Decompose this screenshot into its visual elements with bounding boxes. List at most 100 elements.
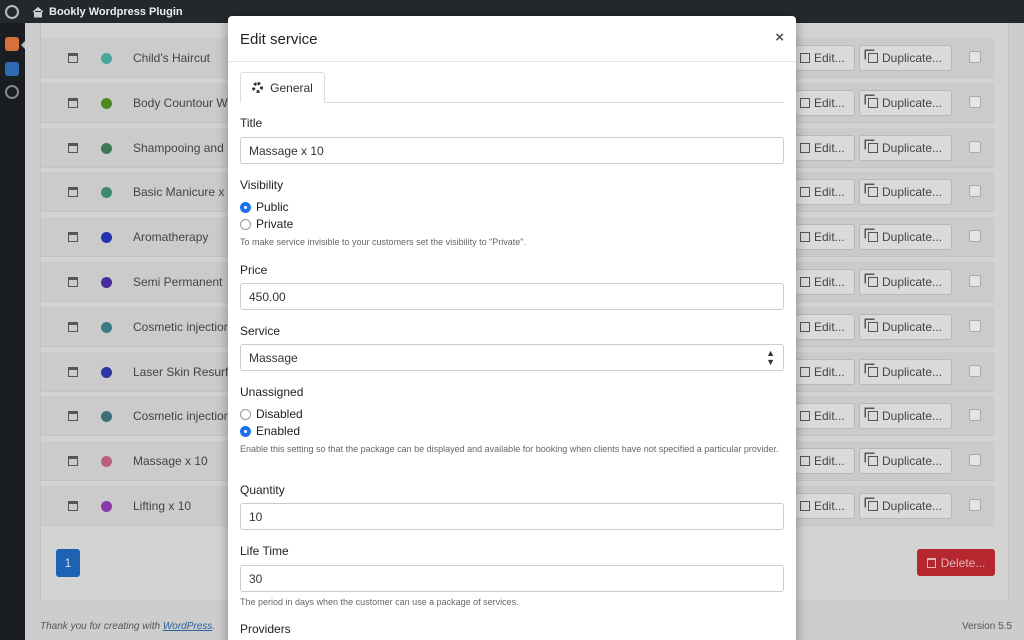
edit-button[interactable]: Edit...	[795, 314, 855, 340]
edit-icon	[800, 411, 810, 421]
row-checkbox[interactable]	[969, 51, 981, 63]
gear-icon	[252, 82, 264, 93]
edit-icon	[800, 501, 810, 511]
duplicate-icon	[868, 232, 878, 242]
delete-button-label: Delete...	[940, 555, 986, 570]
service-color-dot	[101, 367, 112, 378]
title-input[interactable]	[240, 137, 784, 164]
service-name: Massage x 10	[133, 454, 208, 468]
tab-general[interactable]: General	[240, 72, 325, 103]
modal-tabs: General	[240, 72, 784, 103]
edit-button[interactable]: Edit...	[795, 448, 855, 474]
modal-header: Edit service ×	[228, 16, 796, 62]
edit-button[interactable]: Edit...	[795, 493, 855, 519]
duplicate-icon	[868, 143, 878, 153]
edit-icon	[800, 187, 810, 197]
calendar-icon	[68, 367, 78, 377]
duplicate-icon	[868, 277, 878, 287]
duplicate-button[interactable]: Duplicate...	[859, 403, 952, 429]
service-color-dot	[101, 456, 112, 467]
media-menu-icon[interactable]	[5, 62, 19, 76]
edit-button[interactable]: Edit...	[795, 179, 855, 205]
duplicate-button[interactable]: Duplicate...	[859, 179, 952, 205]
duplicate-button[interactable]: Duplicate...	[859, 224, 952, 250]
radio-unchecked-icon	[240, 408, 251, 420]
unassigned-disabled-radio[interactable]: Disabled	[240, 407, 303, 421]
lifetime-help-text: The period in days when the customer can…	[240, 597, 519, 607]
edit-button[interactable]: Edit...	[795, 403, 855, 429]
duplicate-button[interactable]: Duplicate...	[859, 314, 952, 340]
edit-icon	[800, 143, 810, 153]
close-icon[interactable]: ×	[775, 29, 784, 46]
edit-icon	[800, 277, 810, 287]
visibility-public-radio[interactable]: Public	[240, 200, 289, 214]
calendar-icon	[68, 456, 78, 466]
edit-button[interactable]: Edit...	[795, 224, 855, 250]
service-color-dot	[101, 411, 112, 422]
row-checkbox[interactable]	[969, 141, 981, 153]
price-input[interactable]	[240, 283, 784, 310]
footer-thanks: Thank you for creating with WordPress.	[40, 621, 216, 632]
duplicate-button[interactable]: Duplicate...	[859, 493, 952, 519]
row-checkbox[interactable]	[969, 185, 981, 197]
duplicate-button[interactable]: Duplicate...	[859, 448, 952, 474]
service-name: Basic Manicure x 5	[133, 185, 235, 199]
service-label: Service	[240, 324, 281, 338]
lifetime-input[interactable]	[240, 565, 784, 592]
service-color-dot	[101, 277, 112, 288]
wordpress-link[interactable]: WordPress	[163, 621, 212, 632]
duplicate-button[interactable]: Duplicate...	[859, 269, 952, 295]
service-select-value: Massage	[249, 350, 298, 365]
edit-service-modal: Edit service × General Title Visibility …	[228, 16, 796, 640]
visibility-label: Visibility	[240, 178, 284, 192]
row-checkbox[interactable]	[969, 96, 981, 108]
visibility-private-radio[interactable]: Private	[240, 217, 293, 231]
delete-button[interactable]: Delete...	[917, 549, 995, 576]
duplicate-button[interactable]: Duplicate...	[859, 45, 952, 71]
calendar-icon	[68, 501, 78, 511]
row-checkbox[interactable]	[969, 499, 981, 511]
edit-button[interactable]: Edit...	[795, 269, 855, 295]
service-name: Aromatherapy	[133, 230, 209, 244]
duplicate-icon	[868, 411, 878, 421]
edit-button[interactable]: Edit...	[795, 359, 855, 385]
bookly-menu-icon[interactable]	[5, 37, 19, 51]
home-icon[interactable]	[32, 6, 44, 18]
unassigned-help-text: Enable this setting so that the package …	[240, 444, 779, 454]
service-name: Child's Haircut	[133, 51, 210, 65]
calendar-icon	[68, 98, 78, 108]
calendar-icon	[68, 232, 78, 242]
site-title-link[interactable]: Bookly Wordpress Plugin	[49, 6, 183, 18]
duplicate-icon	[868, 53, 878, 63]
calendar-icon	[68, 143, 78, 153]
row-checkbox[interactable]	[969, 230, 981, 242]
edit-button[interactable]: Edit...	[795, 135, 855, 161]
radio-checked-icon	[240, 201, 251, 213]
lifetime-label: Life Time	[240, 544, 289, 558]
edit-icon	[800, 232, 810, 242]
wordpress-logo-icon[interactable]	[0, 0, 23, 23]
row-checkbox[interactable]	[969, 454, 981, 466]
modal-title: Edit service	[240, 31, 318, 48]
row-checkbox[interactable]	[969, 320, 981, 332]
edit-button[interactable]: Edit...	[795, 90, 855, 116]
row-checkbox[interactable]	[969, 275, 981, 287]
row-checkbox[interactable]	[969, 365, 981, 377]
service-name: Lifting x 10	[133, 499, 192, 513]
row-checkbox[interactable]	[969, 409, 981, 421]
duplicate-button[interactable]: Duplicate...	[859, 135, 952, 161]
duplicate-button[interactable]: Duplicate...	[859, 359, 952, 385]
service-name: Laser Skin Resurfa	[133, 365, 236, 379]
edit-button[interactable]: Edit...	[795, 45, 855, 71]
quantity-input[interactable]	[240, 503, 784, 530]
service-select[interactable]: Massage ▲ ▼	[240, 344, 784, 371]
pagination-page-1[interactable]: 1	[56, 549, 80, 577]
unassigned-enabled-radio[interactable]: Enabled	[240, 424, 300, 438]
calendar-icon	[68, 322, 78, 332]
edit-icon	[800, 322, 810, 332]
quantity-label: Quantity	[240, 483, 285, 497]
edit-icon	[800, 53, 810, 63]
duplicate-button[interactable]: Duplicate...	[859, 90, 952, 116]
calendar-icon	[68, 277, 78, 287]
play-menu-icon[interactable]	[5, 85, 19, 99]
